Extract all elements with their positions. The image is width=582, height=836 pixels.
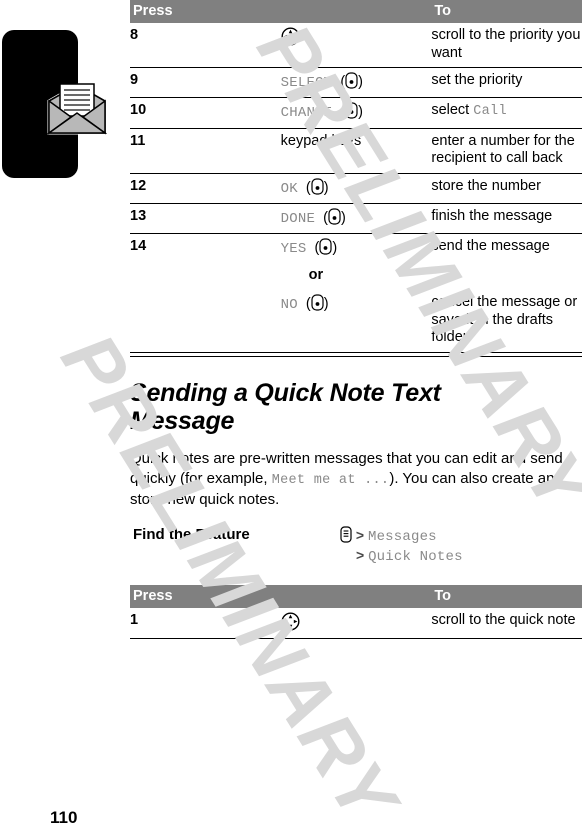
step-number-empty	[130, 263, 281, 290]
soft-key-icon	[345, 72, 358, 89]
step-number: 12	[130, 172, 281, 204]
page-content: Press To 8 scroll to the priority you wa…	[130, 0, 582, 639]
soft-key-label: NO	[280, 296, 298, 313]
step-description: enter a number for the recipient to call…	[431, 127, 582, 174]
paren-open: (	[310, 240, 320, 257]
step-key: CHANGE ()	[280, 97, 432, 129]
page-number: 110	[50, 808, 78, 827]
paren-close: )	[358, 104, 363, 121]
step-key: keypad keys	[280, 127, 432, 174]
step-description-value: Call	[473, 104, 507, 120]
navigation-key-icon	[281, 27, 300, 46]
table-row: 10 CHANGE () select Call	[130, 97, 582, 129]
soft-key-label: DONE	[280, 210, 316, 227]
step-description: set the priority	[431, 67, 582, 98]
paren-close: )	[358, 74, 363, 91]
table-header-row: Press To	[130, 0, 582, 23]
step-number: 10	[130, 97, 281, 129]
soft-key-icon	[328, 208, 341, 225]
step-number-empty	[130, 290, 281, 352]
table-row: 8 scroll to the priority you want	[130, 23, 582, 68]
soft-key-label: YES	[280, 241, 307, 258]
step-number: 8	[130, 27, 139, 43]
menu-path-line-1: > Messages	[340, 526, 463, 547]
page-title: Sending a Quick Note Text Message	[130, 378, 441, 435]
step-number: 13	[130, 202, 281, 234]
table-row-or: or	[130, 263, 582, 290]
column-header-press: Press	[130, 0, 432, 23]
find-the-feature-label: Find the Feature	[133, 525, 250, 543]
paren-open: (	[319, 209, 328, 226]
paren-close: )	[340, 209, 346, 226]
step-description: select Call	[431, 97, 582, 129]
soft-key-label: SELECT	[280, 75, 333, 92]
table-row: 12 OK () store the number	[130, 172, 582, 204]
step-description-text: select	[431, 102, 474, 119]
step-key: NO ()	[281, 290, 432, 352]
step-key	[281, 608, 432, 638]
table-row: 14 YES () send the message	[130, 233, 582, 264]
soft-key-icon	[311, 294, 324, 311]
procedure-table-priority: Press To 8 scroll to the priority you wa…	[130, 0, 582, 352]
paren-open: (	[301, 295, 311, 312]
or-description-empty	[431, 263, 582, 290]
soft-key-label: CHANGE	[280, 105, 333, 122]
step-key: SELECT ()	[280, 67, 432, 98]
paren-close: )	[332, 240, 338, 257]
table-bottom-rule	[130, 637, 582, 639]
step-description: scroll to the priority you want	[431, 27, 581, 61]
paren-close: )	[323, 179, 329, 196]
step-description: scroll to the quick note	[431, 612, 576, 629]
open-envelope-letter-icon	[46, 83, 108, 135]
menu-path-item-messages: Messages	[367, 528, 437, 545]
procedure-table-quick-note: Press To 1 scroll to the quick note	[130, 585, 582, 638]
find-the-feature: Find the Feature > Messages > Quick Note…	[130, 526, 582, 568]
step-key	[281, 23, 432, 68]
step-number: 14	[130, 233, 281, 264]
find-the-feature-path: > Messages > Quick Notes	[340, 526, 463, 568]
intro-paragraph: Quick notes are pre-written messages tha…	[130, 449, 566, 510]
paragraph-example-value: Meet me at ...	[271, 472, 390, 488]
paren-close: )	[323, 295, 329, 312]
soft-key-icon	[319, 238, 332, 255]
step-number: 1	[130, 612, 139, 629]
table-row: 1 scroll to the quick note	[130, 608, 582, 638]
step-description: finish the message	[431, 202, 582, 234]
column-header-to: To	[431, 585, 582, 609]
or-label: or	[308, 267, 324, 284]
step-number: 11	[130, 127, 281, 174]
step-key: YES ()	[280, 233, 432, 264]
step-key: DONE ()	[280, 202, 432, 234]
column-header-press: Press	[130, 585, 432, 609]
menu-path-line-2: > Quick Notes	[340, 546, 463, 567]
soft-key-icon	[345, 102, 358, 120]
step-description: cancel the message or save it in the dra…	[431, 293, 578, 346]
step-description: send the message	[431, 233, 582, 264]
path-separator: >	[356, 547, 365, 564]
column-header-to: To	[431, 0, 582, 23]
paren-open: (	[336, 104, 346, 121]
table-bottom-double-rule	[130, 351, 582, 357]
paren-open: (	[301, 179, 311, 196]
table-row: 9 SELECT () set the priority	[130, 67, 582, 98]
navigation-key-icon	[281, 612, 300, 631]
table-row: 13 DONE () finish the message	[130, 202, 582, 234]
table-header-row: Press To	[130, 585, 582, 609]
step-key: OK ()	[280, 172, 432, 204]
soft-key-icon	[311, 178, 324, 195]
table-row: 11 keypad keys enter a number for the re…	[130, 127, 582, 174]
soft-key-label: OK	[280, 180, 298, 197]
paren-open: (	[336, 74, 346, 91]
menu-path-item-quick-notes: Quick Notes	[368, 549, 463, 566]
table-row-alt: NO () cancel the message or save it in t…	[130, 290, 582, 352]
path-separator: >	[355, 526, 365, 543]
step-number: 9	[130, 67, 281, 98]
menu-key-icon	[340, 526, 352, 543]
step-description: store the number	[431, 172, 582, 204]
